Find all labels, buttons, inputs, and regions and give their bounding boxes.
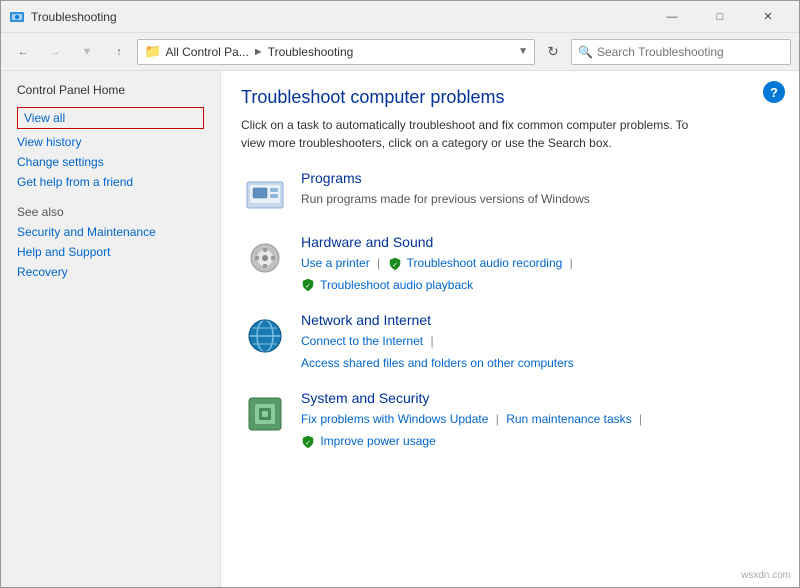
programs-icon: [241, 170, 289, 218]
programs-subtitle: Run programs made for previous versions …: [301, 189, 779, 211]
network-title[interactable]: Network and Internet: [301, 312, 779, 328]
sidebar-link-view-history[interactable]: View history: [17, 135, 204, 149]
link-maintenance-tasks[interactable]: Run maintenance tasks: [506, 412, 631, 426]
system-title[interactable]: System and Security: [301, 390, 779, 406]
network-content: Network and Internet Connect to the Inte…: [301, 312, 779, 374]
category-network: Network and Internet Connect to the Inte…: [241, 312, 779, 374]
svg-text:✓: ✓: [305, 283, 311, 290]
close-button[interactable]: ✕: [745, 1, 791, 33]
title-bar: Troubleshooting — □ ✕: [1, 1, 799, 33]
link-connect-internet[interactable]: Connect to the Internet: [301, 334, 423, 348]
content-description: Click on a task to automatically trouble…: [241, 116, 701, 152]
sidebar-link-get-help[interactable]: Get help from a friend: [17, 175, 204, 189]
content-title: Troubleshoot computer problems: [241, 87, 779, 108]
programs-title[interactable]: Programs: [301, 170, 779, 186]
svg-text:✓: ✓: [305, 440, 311, 447]
programs-content: Programs Run programs made for previous …: [301, 170, 779, 211]
window: Troubleshooting — □ ✕ ← → ▼ ↑ 📁 All Cont…: [0, 0, 800, 588]
main-area: Control Panel Home View all View history…: [1, 71, 799, 587]
hardware-title[interactable]: Hardware and Sound: [301, 234, 779, 250]
sidebar-home[interactable]: Control Panel Home: [17, 83, 204, 97]
system-icon: [241, 390, 289, 438]
title-bar-controls: — □ ✕: [649, 1, 791, 33]
search-input[interactable]: [597, 45, 784, 59]
breadcrumb-dropdown-icon[interactable]: ▼: [518, 46, 528, 57]
svg-text:✓: ✓: [392, 262, 398, 269]
forward-button[interactable]: →: [41, 39, 69, 65]
link-troubleshoot-audio-playback[interactable]: Troubleshoot audio playback: [320, 278, 473, 292]
link-use-printer[interactable]: Use a printer: [301, 256, 370, 270]
address-bar: ← → ▼ ↑ 📁 All Control Pa... ► Troublesho…: [1, 33, 799, 71]
link-improve-power[interactable]: Improve power usage: [320, 434, 435, 448]
sidebar-link-view-all[interactable]: View all: [17, 107, 204, 129]
hardware-icon: [241, 234, 289, 282]
sidebar-link-security[interactable]: Security and Maintenance: [17, 225, 204, 239]
watermark: wsxdn.com: [741, 570, 791, 581]
sidebar-links: View all View history Change settings Ge…: [17, 107, 204, 189]
search-box[interactable]: 🔍: [571, 39, 791, 65]
link-shared-files[interactable]: Access shared files and folders on other…: [301, 356, 574, 370]
breadcrumb-folder-name: All Control Pa...: [165, 45, 248, 59]
breadcrumb[interactable]: 📁 All Control Pa... ► Troubleshooting ▼: [137, 39, 535, 65]
shield-icon-audio-play: ✓: [301, 278, 315, 292]
hardware-links: Use a printer | ✓ Troubleshoot audio rec…: [301, 253, 779, 296]
help-icon[interactable]: ?: [763, 81, 785, 103]
network-links: Connect to the Internet | Access shared …: [301, 331, 779, 374]
category-hardware: Hardware and Sound Use a printer | ✓ Tro…: [241, 234, 779, 296]
shield-icon-power: ✓: [301, 435, 315, 449]
content-panel: ? Troubleshoot computer problems Click o…: [221, 71, 799, 587]
link-windows-update[interactable]: Fix problems with Windows Update: [301, 412, 488, 426]
sidebar-link-help[interactable]: Help and Support: [17, 245, 204, 259]
network-icon: [241, 312, 289, 360]
refresh-button[interactable]: ↻: [539, 39, 567, 65]
see-also-title: See also: [17, 205, 204, 219]
breadcrumb-folder-icon: 📁: [144, 43, 161, 60]
minimize-button[interactable]: —: [649, 1, 695, 33]
sidebar-link-recovery[interactable]: Recovery: [17, 265, 204, 279]
system-content: System and Security Fix problems with Wi…: [301, 390, 779, 452]
breadcrumb-current: Troubleshooting: [268, 45, 354, 59]
category-programs: Programs Run programs made for previous …: [241, 170, 779, 218]
title-bar-title: Troubleshooting: [31, 10, 649, 24]
back-button[interactable]: ←: [9, 39, 37, 65]
search-icon: 🔍: [578, 45, 593, 59]
shield-icon-audio-rec: ✓: [388, 257, 402, 271]
category-system: System and Security Fix problems with Wi…: [241, 390, 779, 452]
breadcrumb-separator: ►: [253, 46, 264, 58]
link-troubleshoot-audio-recording[interactable]: Troubleshoot audio recording: [407, 256, 563, 270]
recent-locations-button[interactable]: ▼: [73, 39, 101, 65]
title-bar-icon: [9, 9, 25, 25]
system-links: Fix problems with Windows Update | Run m…: [301, 409, 779, 452]
sidebar-link-change-settings[interactable]: Change settings: [17, 155, 204, 169]
sidebar: Control Panel Home View all View history…: [1, 71, 221, 587]
programs-desc: Run programs made for previous versions …: [301, 192, 590, 206]
hardware-content: Hardware and Sound Use a printer | ✓ Tro…: [301, 234, 779, 296]
up-button[interactable]: ↑: [105, 39, 133, 65]
maximize-button[interactable]: □: [697, 1, 743, 33]
